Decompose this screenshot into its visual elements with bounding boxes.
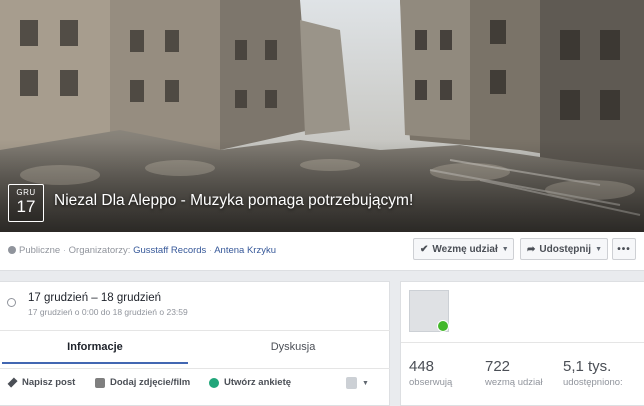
stat-label: wezmą udział [485, 377, 543, 388]
create-poll-button[interactable]: Utwórz ankietę [209, 377, 291, 388]
person-icon [346, 377, 357, 389]
tab-information[interactable]: Informacje [2, 331, 188, 364]
stat-shared[interactable]: 5,1 tys. udostępniono: [563, 358, 623, 388]
chevron-down-icon: ▼ [501, 245, 509, 253]
cover-photo[interactable]: GRU 17 Niezal Dla Aleppo - Muzyka pomaga… [0, 0, 644, 232]
chevron-down-icon: ▼ [362, 379, 369, 387]
write-post-button[interactable]: Napisz post [7, 377, 76, 388]
add-photo-button[interactable]: Dodaj zdjęcie/film [95, 377, 190, 388]
event-day: 17 [16, 197, 36, 216]
privacy-label: Publiczne [19, 245, 61, 256]
more-options-button[interactable]: ••• [612, 238, 636, 260]
create-poll-label: Utwórz ankietę [224, 377, 292, 388]
share-label: Udostępnij [539, 243, 592, 255]
going-button[interactable]: ✔ Wezmę udział ▼ [413, 238, 514, 260]
tab-discussion[interactable]: Dyskusja [200, 331, 386, 362]
event-date-range: 17 grudzień – 18 grudzień [28, 292, 161, 304]
guests-card: 448 obserwują 722 wezmą udział 5,1 tys. … [400, 281, 644, 406]
stat-label: obserwują [409, 377, 453, 388]
share-icon: ➦ [527, 243, 536, 255]
globe-icon [8, 246, 16, 254]
stat-label: udostępniono: [563, 377, 623, 388]
online-status-icon [437, 320, 449, 332]
camera-icon [95, 377, 105, 388]
organizer-link-1[interactable]: Gusstaff Records [133, 245, 206, 256]
event-time-detail: 17 grudzień o 0:00 do 18 grudzień o 23:5… [28, 307, 188, 317]
check-icon: ✔ [420, 243, 429, 255]
event-date-badge: GRU 17 [8, 184, 44, 222]
organizers-label: Organizatorzy: [68, 245, 131, 256]
pencil-icon [7, 377, 18, 388]
audience-selector[interactable]: ▼ [346, 377, 369, 389]
stat-going[interactable]: 722 wezmą udział [485, 358, 543, 388]
chevron-down-icon: ▼ [595, 245, 602, 253]
event-info-bar: Publiczne · Organizatorzy: Gusstaff Reco… [0, 232, 644, 271]
share-button[interactable]: ➦ Udostępnij ▼ [520, 238, 608, 260]
organizer-link-2[interactable]: Antena Krzyku [214, 245, 276, 256]
divider [401, 342, 644, 343]
event-meta: Publiczne · Organizatorzy: Gusstaff Reco… [8, 245, 276, 256]
event-details-card: 17 grudzień – 18 grudzień 17 grudzień o … [0, 281, 390, 406]
event-title[interactable]: Niezal Dla Aleppo - Muzyka pomaga potrze… [54, 192, 413, 210]
stat-value: 722 [485, 358, 511, 375]
stat-value: 5,1 tys. [563, 358, 612, 375]
poll-icon [209, 377, 219, 388]
add-photo-label: Dodaj zdjęcie/film [110, 377, 191, 388]
stat-interested[interactable]: 448 obserwują [409, 358, 452, 388]
write-post-label: Napisz post [22, 377, 76, 388]
clock-icon [7, 298, 16, 307]
event-tabs: Informacje Dyskusja [0, 330, 390, 364]
event-month: GRU [16, 188, 36, 197]
stat-value: 448 [409, 358, 435, 375]
post-composer: Napisz post Dodaj zdjęcie/film Utwórz an… [0, 368, 390, 399]
going-label: Wezmę udział [432, 243, 498, 255]
